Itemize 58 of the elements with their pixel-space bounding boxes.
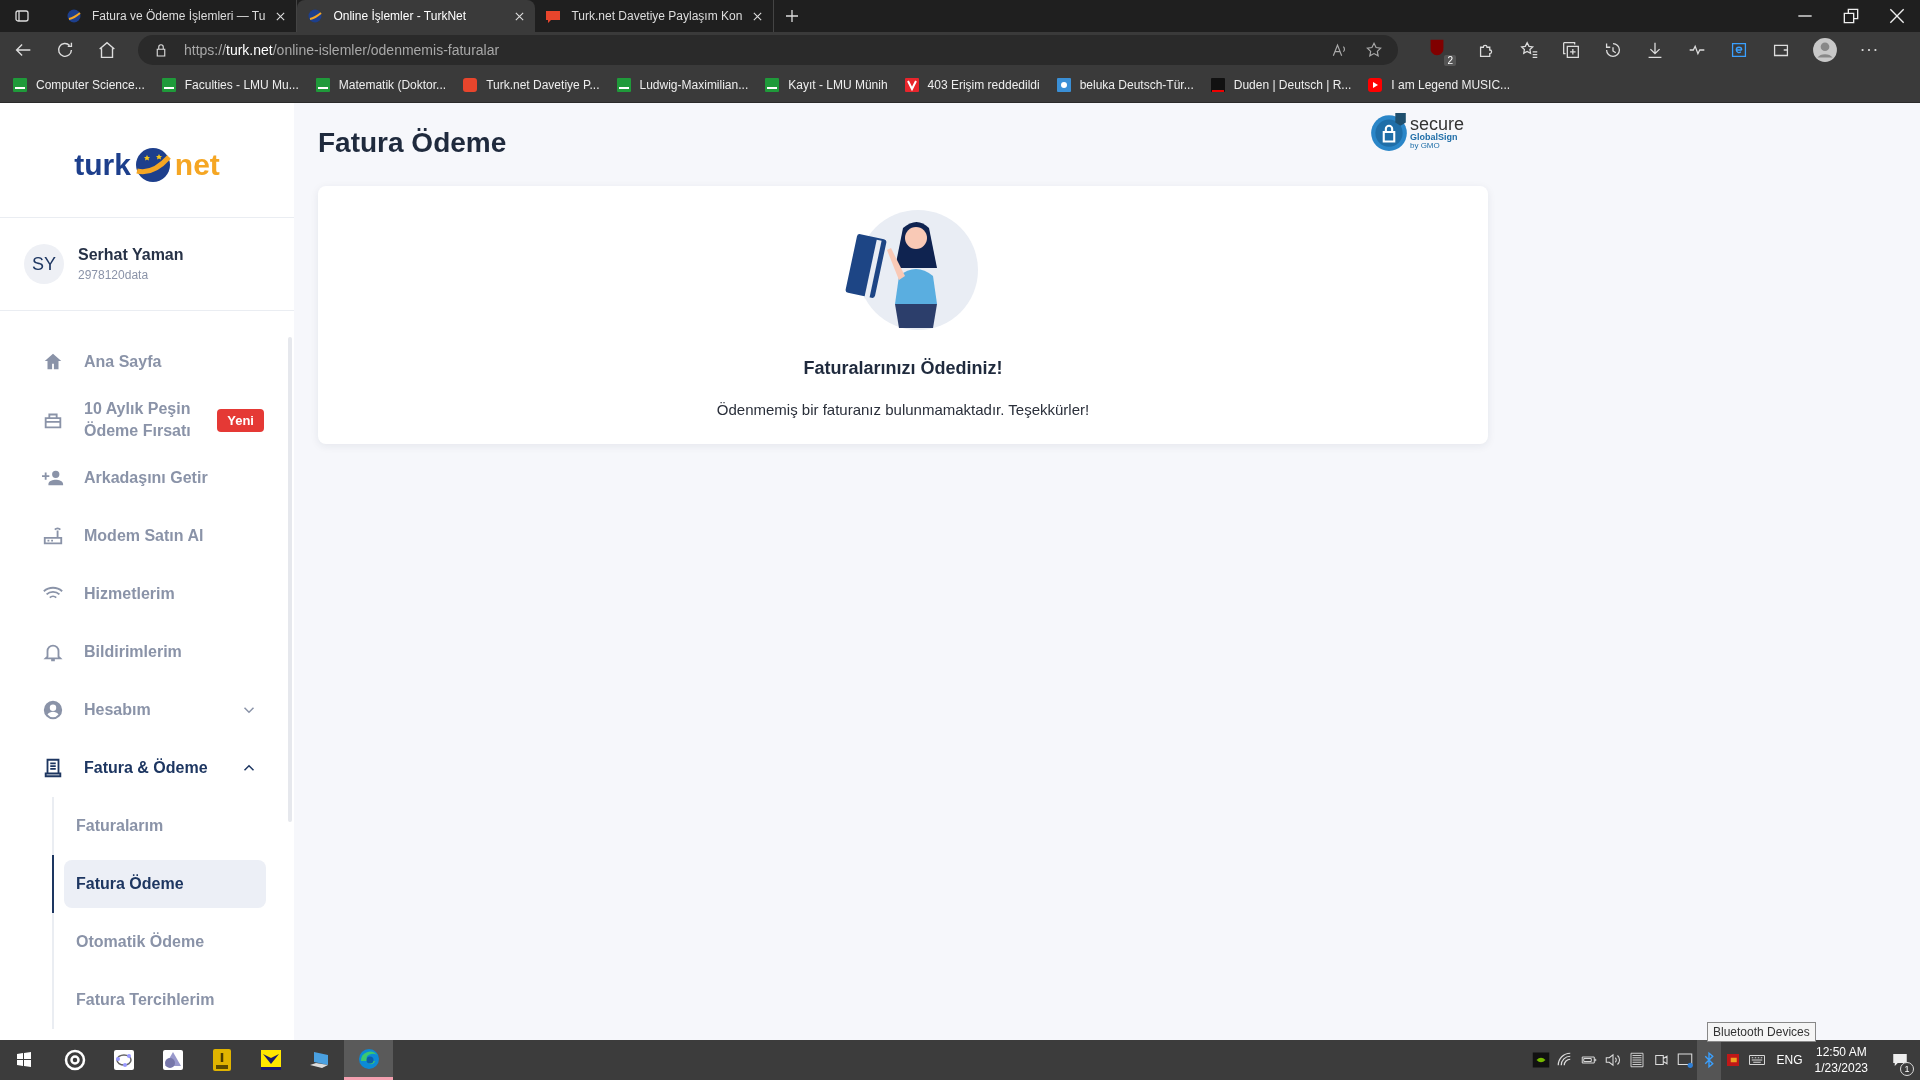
bookmark[interactable]: Turk.net Davetiye P... [462,77,600,93]
bookmark[interactable]: Matematik (Doktor... [314,77,447,93]
nav-item[interactable]: 10 Aylık Peşin Ödeme Fırsatı Yeni [0,391,294,449]
avatar: SY [24,244,64,284]
bookmark[interactable]: Kayıt - LMU Münih [764,77,888,93]
tooltip: Bluetooth Devices [1707,1022,1816,1042]
new-tab-icon[interactable] [784,8,801,24]
nvidia-icon[interactable] [1531,1051,1550,1069]
clock[interactable]: 12:50 AM 1/23/2023 [1814,1045,1868,1075]
star-list-icon[interactable] [1518,39,1540,61]
address-bar[interactable]: https://turk.net/online-islemler/odenmemis-faturalar [138,35,1398,65]
close-icon[interactable] [752,10,764,22]
bookmark[interactable]: beluka Deutsch-Tür... [1055,77,1194,93]
bookmark[interactable]: Faculties - LMU Mu... [160,77,299,93]
success-heading: Faturalarınızı Ödediniz! [803,358,1003,379]
nav-item[interactable]: Fatura & Ödeme [0,739,294,797]
site-icon [462,77,479,93]
home-icon[interactable] [96,39,118,61]
language-indicator[interactable]: ENG [1776,1053,1803,1067]
close-icon[interactable] [514,10,526,22]
collections-icon[interactable] [1560,39,1582,61]
site-icon [314,77,331,93]
tab-actions-icon[interactable] [14,8,30,24]
document-icon [42,757,64,779]
browser-tab[interactable]: Online İşlemler - TurkNet [297,0,536,32]
list-icon[interactable] [1627,1051,1646,1069]
user-name: Serhat Yaman [78,246,184,264]
bookmark[interactable]: 403 Erişim reddedildi [903,77,1040,93]
site-icon [1367,77,1384,93]
globe-icon [307,8,324,24]
bookmark[interactable]: Computer Science... [12,77,145,93]
ssl-seal[interactable]: secure GlobalSign by GMO [1367,111,1464,153]
close-icon[interactable] [275,10,287,22]
globe-icon [66,8,82,24]
user-id: 2978120data [78,268,150,282]
site-icon [12,77,28,93]
site-icon [615,77,632,93]
page-title: Fatura Ödeme [318,127,507,159]
browser-app-icon[interactable] [344,1040,393,1080]
speaker-icon[interactable] [1603,1051,1622,1069]
account-icon [42,699,64,721]
bookmark[interactable]: I am Legend MUSIC... [1367,77,1511,93]
success-message: Ödenmemiş bir faturanız bulunmamaktadır. Teşekkürler! [716,401,1090,418]
speech-bubble-icon [545,8,562,24]
profile-icon[interactable] [1812,37,1838,63]
nav-subitem[interactable]: Fatura Ödeme [64,860,266,908]
site-icon [764,77,781,93]
star-plus-icon[interactable] [1364,40,1384,60]
bookmark[interactable]: Ludwig-Maximilian... [615,77,749,93]
router-icon [42,525,64,547]
site-icon [903,77,920,93]
display-icon[interactable] [1675,1051,1694,1069]
site-icon [1055,77,1072,93]
site-icon [1209,77,1226,93]
turknet-logo[interactable]: turk net [0,103,294,218]
bookmark[interactable]: Duden | Deutsch | R... [1209,77,1352,93]
new-badge: Yeni [217,408,264,432]
site-icon [160,77,177,93]
